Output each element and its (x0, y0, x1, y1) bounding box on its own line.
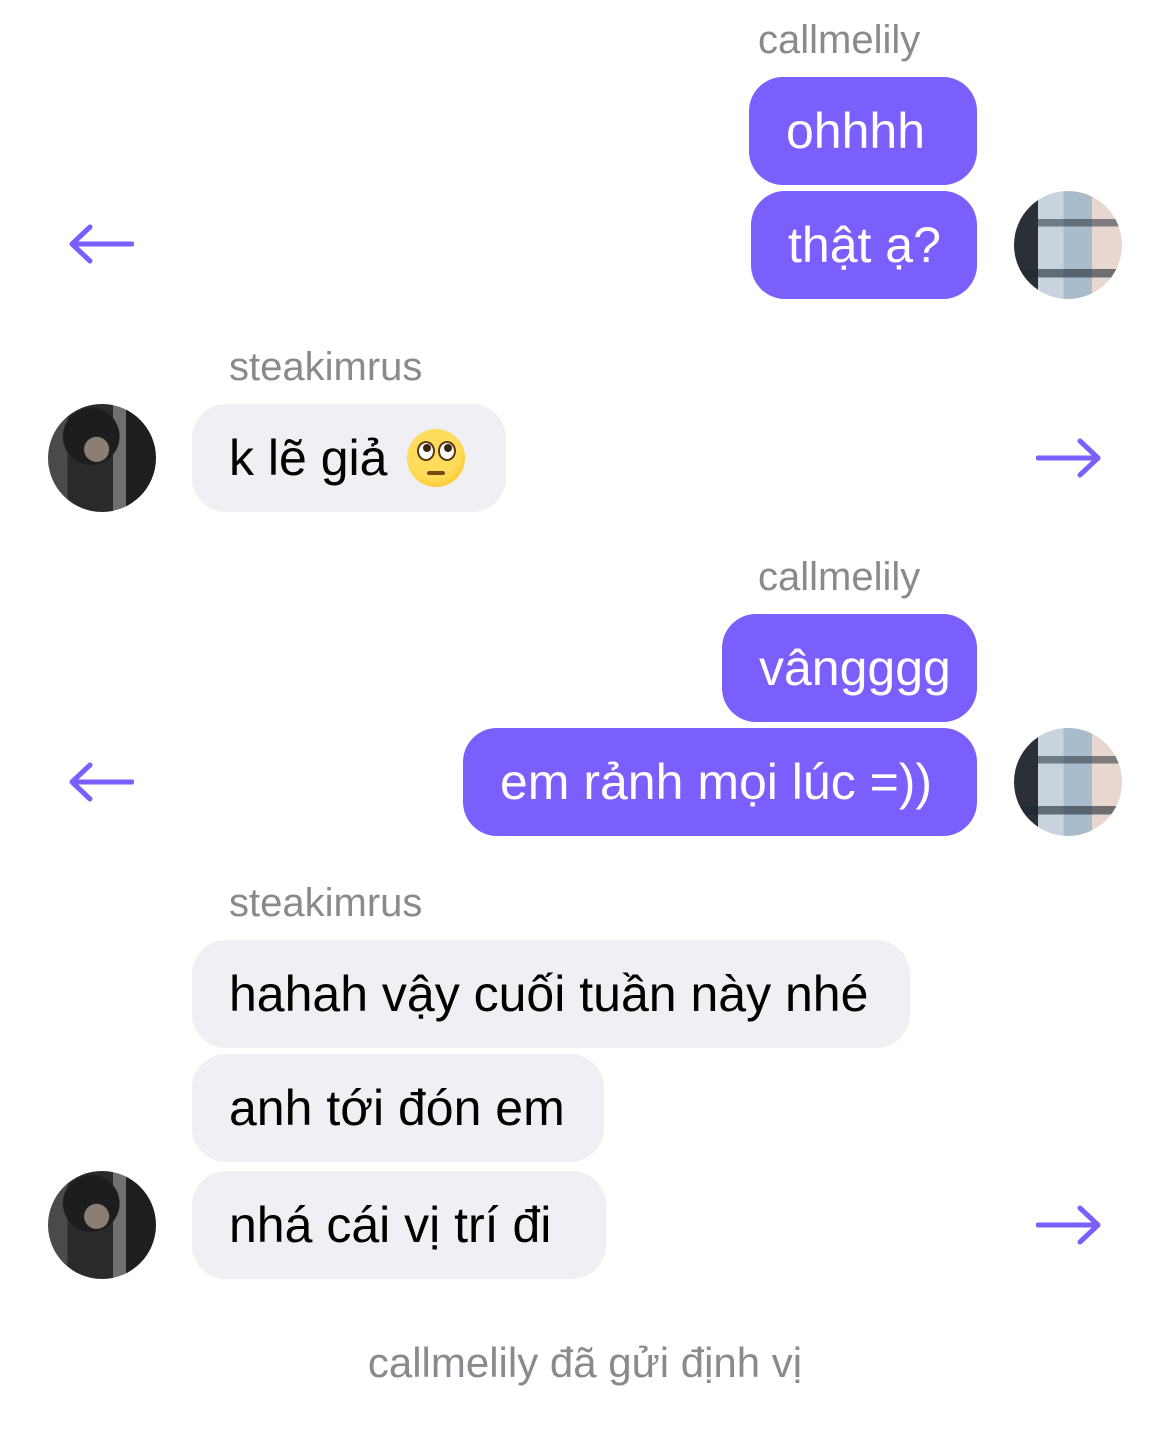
message-bubble-incoming[interactable]: hahah vậy cuối tuần này nhé (192, 940, 910, 1048)
arrow-right-icon[interactable] (1036, 1205, 1102, 1245)
sender-name-steakimrus: steakimrus (229, 881, 423, 925)
arrow-left-icon[interactable] (68, 762, 134, 802)
sender-name-callmelily: callmelily (758, 18, 921, 62)
message-bubble-outgoing[interactable]: em rảnh mọi lúc =)) (463, 728, 977, 836)
message-bubble-incoming[interactable]: anh tới đón em (192, 1054, 604, 1162)
message-bubble-incoming[interactable]: nhá cái vị trí đi (192, 1171, 606, 1279)
sender-name-callmelily: callmelily (758, 555, 921, 599)
sender-name-steakimrus: steakimrus (229, 345, 423, 389)
arrow-right-icon[interactable] (1036, 438, 1102, 478)
message-bubble-outgoing[interactable]: ohhhh (749, 77, 977, 185)
message-text: k lẽ giả (229, 430, 388, 486)
arrow-left-icon[interactable] (68, 224, 134, 264)
rolling-eyes-emoji-icon (407, 428, 466, 487)
avatar-callmelily[interactable] (1014, 191, 1122, 299)
avatar-callmelily[interactable] (1014, 728, 1122, 836)
message-bubble-incoming[interactable]: k lẽ giả (192, 404, 506, 512)
avatar-steakimrus[interactable] (48, 1171, 156, 1279)
message-bubble-outgoing[interactable]: vângggg (722, 614, 977, 722)
message-bubble-outgoing[interactable]: thật ạ? (751, 191, 977, 299)
avatar-steakimrus[interactable] (48, 404, 156, 512)
location-shared-notice: callmelily đã gửi định vị (367, 1339, 803, 1386)
